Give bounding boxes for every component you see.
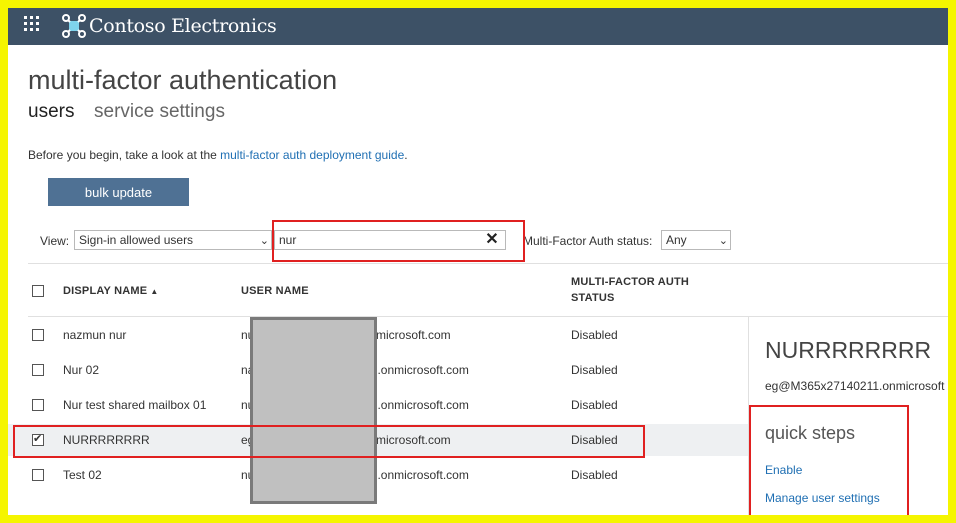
row-checkbox[interactable] [32,364,44,376]
chevron-down-icon: ⌄ [718,235,728,247]
quick-steps-highlight-box [749,405,909,515]
row-status: Disabled [571,468,618,482]
row-status: Disabled [571,363,618,377]
intro-suffix: . [404,148,408,162]
row-display-name: Test 02 [63,468,102,482]
mfa-status-value: Any [666,233,687,247]
row-display-name: Nur test shared mailbox 01 [63,398,207,412]
row-user-suffix: microsoft.com [376,328,451,342]
contoso-logo-icon [62,14,86,38]
row-display-name: nazmun nur [63,328,127,342]
app-frame: Contoso Electronics multi-factor authent… [8,8,948,515]
brand[interactable]: Contoso Electronics [62,10,277,42]
divider [28,263,948,264]
tab-users[interactable]: users [28,101,74,123]
view-select[interactable]: Sign-in allowed users ⌄ [74,230,272,250]
app-launcher-icon[interactable] [24,16,42,34]
detail-user-name: NURRRRRRRR [765,337,932,363]
bulk-update-button[interactable]: bulk update [48,178,189,206]
row-checkbox[interactable] [32,469,44,481]
column-mfa-status-line2: STATUS [571,292,615,304]
deployment-guide-link[interactable]: multi-factor auth deployment guide [220,148,404,162]
view-label: View: [40,234,70,248]
row-checkbox[interactable] [32,399,44,411]
row-highlight-box [13,425,645,458]
intro-prefix: Before you begin, take a look at the [28,148,221,162]
row-user-suffix: 11.onmicrosoft.com [365,363,469,377]
row-user-suffix: 11.onmicrosoft.com [365,398,469,412]
row-checkbox[interactable] [32,329,44,341]
top-bar: Contoso Electronics [8,8,948,45]
mfa-status-label: Multi-Factor Auth status: [523,234,653,248]
row-display-name: Nur 02 [63,363,100,377]
column-mfa-status-line1[interactable]: MULTI-FACTOR AUTH [571,276,689,288]
detail-user-email: eg@M365x27140211.onmicrosoft [765,379,945,393]
column-display-name-label: DISPLAY NAME [63,285,148,297]
chevron-down-icon: ⌄ [259,235,269,247]
page-title: multi-factor authentication [28,65,338,95]
search-highlight-box [272,220,525,262]
redaction-box [250,317,377,504]
sort-ascending-icon: ▲ [150,287,159,296]
select-all-checkbox[interactable] [32,285,44,297]
row-status: Disabled [571,328,618,342]
row-status: Disabled [571,398,618,412]
row-user-suffix: 11.onmicrosoft.com [365,468,469,482]
view-select-value: Sign-in allowed users [79,233,194,247]
intro-text: Before you begin, take a look at the mul… [28,148,408,162]
app-name: Contoso Electronics [89,15,277,37]
column-display-name[interactable]: DISPLAY NAME ▲ [63,285,158,297]
mfa-status-select[interactable]: Any ⌄ [661,230,731,250]
column-user-name[interactable]: USER NAME [241,285,309,297]
tab-service-settings[interactable]: service settings [94,101,225,123]
